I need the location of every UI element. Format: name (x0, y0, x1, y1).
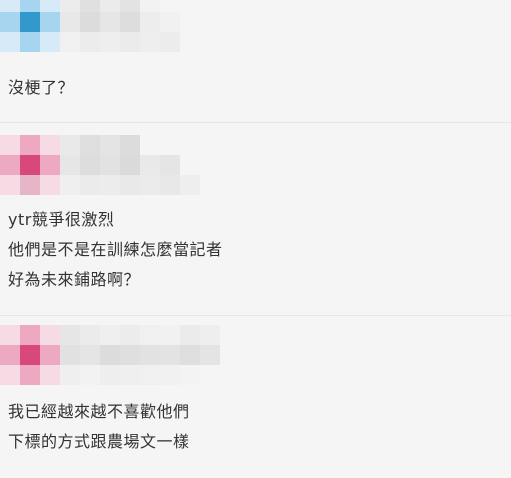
comment-header (0, 135, 511, 195)
avatar[interactable] (0, 135, 60, 195)
comment-divider (0, 122, 511, 123)
comment-line: 好為未來鋪路啊？ (8, 270, 141, 289)
comment-line: 沒梗了？ (8, 78, 75, 97)
comment-text: 沒梗了？ (8, 73, 74, 103)
username-pixelated[interactable] (60, 325, 220, 385)
username-pixelated[interactable] (60, 135, 200, 195)
comment-text: ytr競爭很激烈 他們是不是在訓練怎麼當記者 好為未來鋪路啊？ (8, 205, 223, 295)
comment-header (0, 0, 511, 52)
comment-thread: 沒梗了？ ytr競爭很激烈 他們是不是在訓練怎麼當記者 好為未來鋪路啊？ 我已經… (0, 0, 511, 478)
comment-item (0, 135, 511, 195)
username-pixelated[interactable] (60, 0, 200, 52)
avatar[interactable] (0, 0, 60, 52)
comment-header (0, 325, 511, 385)
comment-text: 我已經越來越不喜歡他們 下標的方式跟農場文一樣 (8, 397, 190, 457)
comment-line: 他們是不是在訓練怎麼當記者 (8, 240, 223, 259)
avatar[interactable] (0, 325, 60, 385)
comment-line: 下標的方式跟農場文一樣 (8, 432, 190, 451)
comment-divider (0, 315, 511, 316)
comment-line: ytr競爭很激烈 (8, 210, 115, 229)
comment-item (0, 0, 511, 52)
comment-line: 我已經越來越不喜歡他們 (8, 402, 190, 421)
comment-item (0, 325, 511, 385)
